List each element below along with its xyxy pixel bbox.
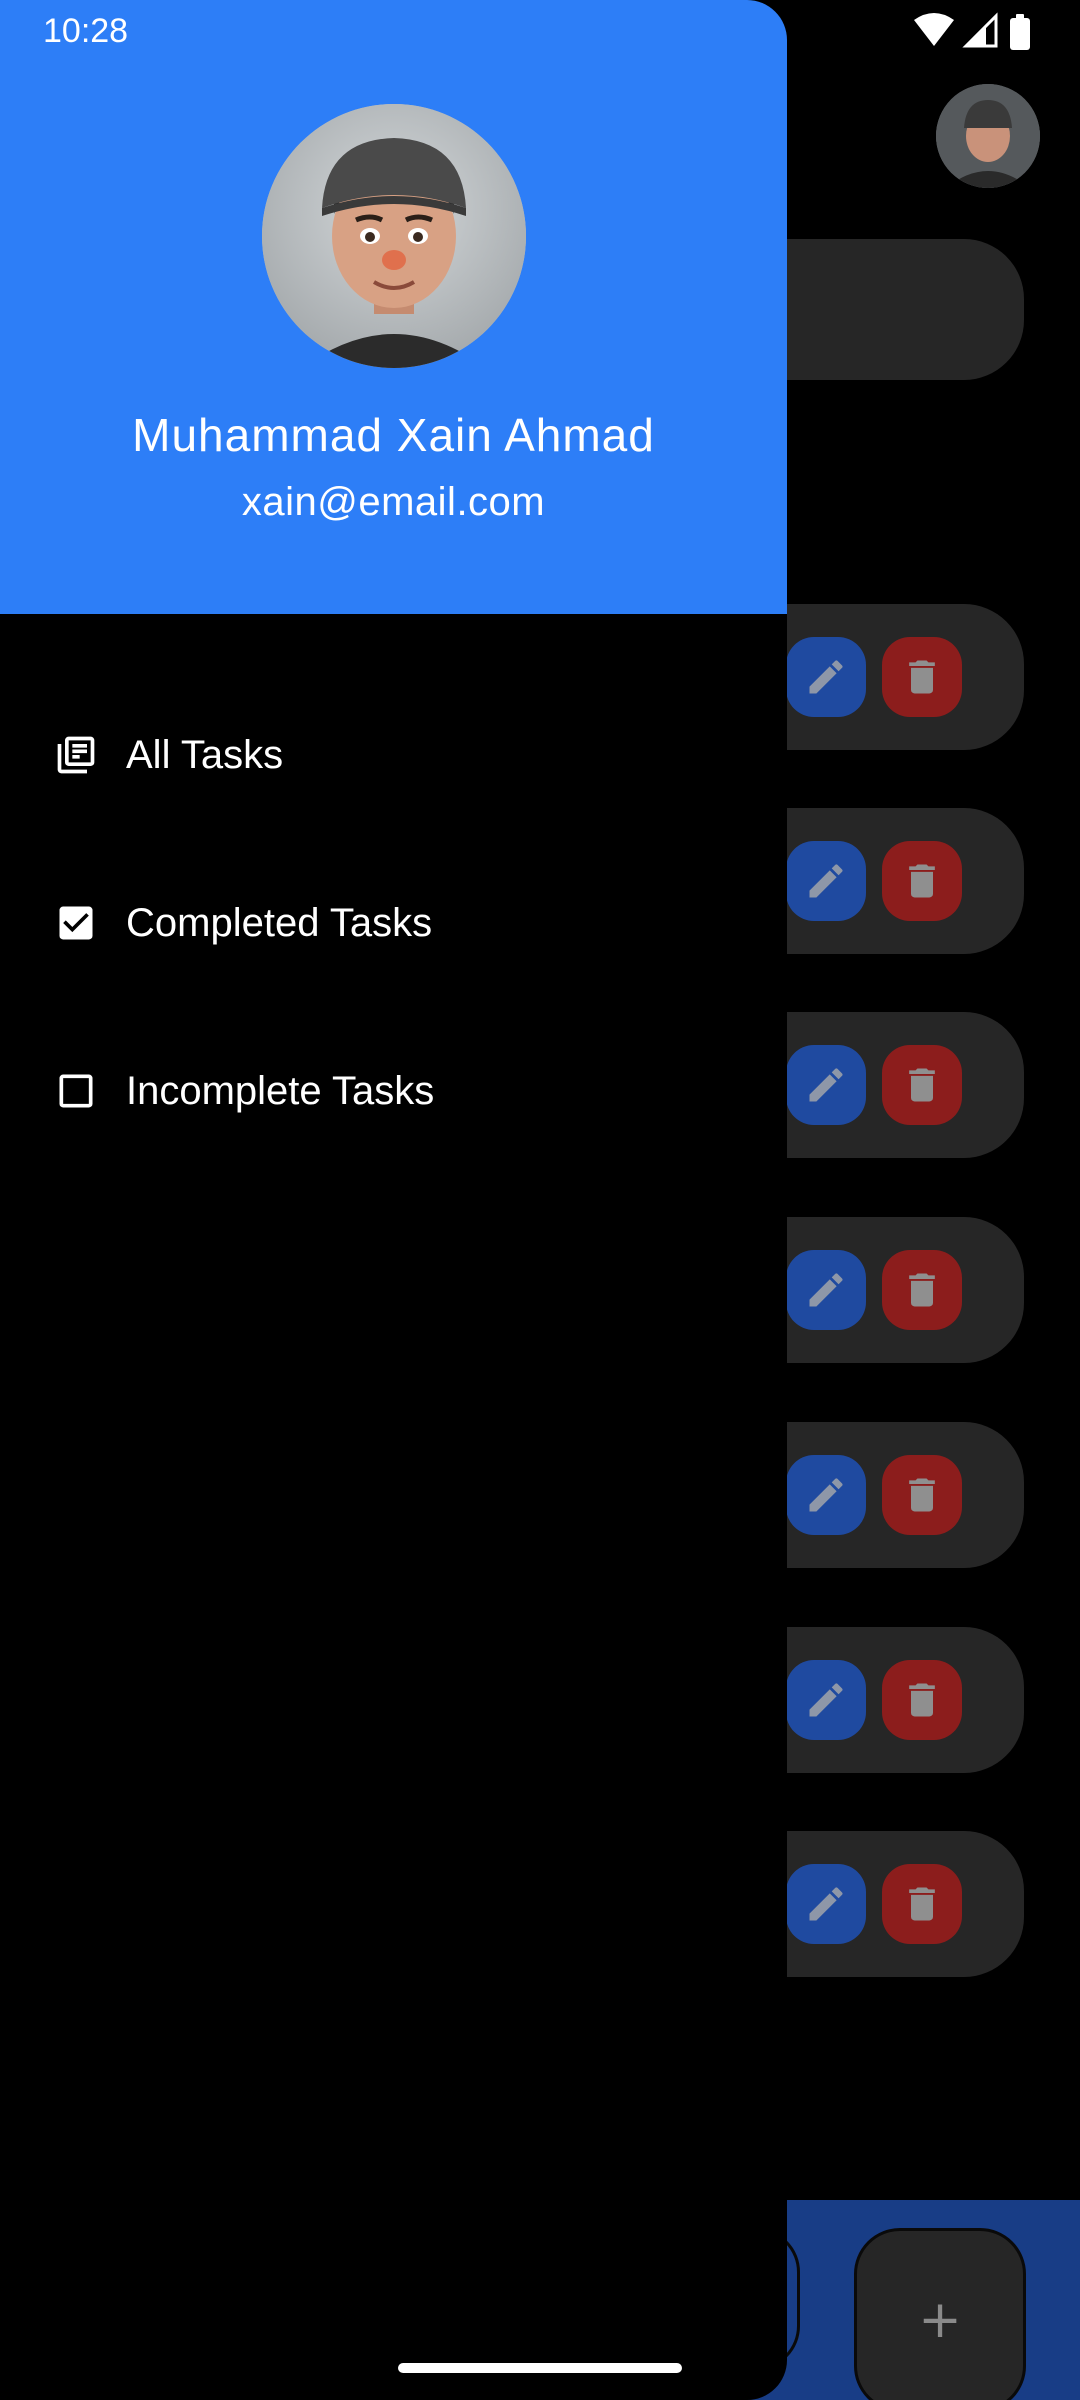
wifi-icon — [914, 13, 954, 46]
status-icons — [914, 12, 1030, 50]
home-indicator[interactable] — [398, 2363, 682, 2373]
delete-button[interactable] — [882, 637, 962, 717]
edit-button[interactable] — [786, 841, 866, 921]
edit-button[interactable] — [786, 1864, 866, 1944]
drawer-header: Muhammad Xain Ahmad xain@email.com — [0, 0, 787, 614]
user-name: Muhammad Xain Ahmad — [132, 409, 655, 461]
checkbox-unchecked-icon — [59, 1074, 93, 1108]
delete-button[interactable] — [882, 1864, 962, 1944]
navigation-drawer: Muhammad Xain Ahmad xain@email.com All T… — [0, 0, 787, 2400]
menu-item-label: Completed Tasks — [126, 900, 433, 945]
add-task-button[interactable]: + — [854, 2228, 1026, 2400]
status-time: 10:28 — [43, 12, 129, 50]
menu-item-label: Incomplete Tasks — [126, 1068, 435, 1113]
pencil-icon — [809, 1478, 843, 1512]
trash-icon — [909, 1887, 935, 1921]
delete-button[interactable] — [882, 1250, 962, 1330]
edit-button[interactable] — [786, 1045, 866, 1125]
pencil-icon — [809, 1683, 843, 1717]
profile-avatar[interactable] — [262, 104, 526, 368]
delete-button[interactable] — [882, 1455, 962, 1535]
delete-button[interactable] — [882, 1660, 962, 1740]
delete-button[interactable] — [882, 841, 962, 921]
battery-icon — [1010, 14, 1030, 50]
menu-item-completed-tasks[interactable]: Completed Tasks — [0, 863, 787, 983]
trash-icon — [909, 1683, 935, 1717]
plus-icon: + — [918, 2290, 962, 2350]
pencil-icon — [809, 660, 843, 694]
trash-icon — [909, 1478, 935, 1512]
library-books-icon — [57, 736, 95, 774]
pencil-icon — [809, 1068, 843, 1102]
menu-item-label: All Tasks — [126, 732, 284, 777]
header-avatar[interactable] — [936, 84, 1040, 188]
trash-icon — [909, 1068, 935, 1102]
pencil-icon — [809, 1273, 843, 1307]
edit-button[interactable] — [786, 1250, 866, 1330]
delete-button[interactable] — [882, 1045, 962, 1125]
checkbox-checked-icon — [59, 906, 93, 940]
menu-item-all-tasks[interactable]: All Tasks — [0, 695, 787, 815]
menu-item-incomplete-tasks[interactable]: Incomplete Tasks — [0, 1031, 787, 1151]
trash-icon — [909, 1273, 935, 1307]
user-email: xain@email.com — [241, 480, 546, 524]
pencil-icon — [809, 864, 843, 898]
trash-icon — [909, 864, 935, 898]
edit-button[interactable] — [786, 637, 866, 717]
edit-button[interactable] — [786, 1660, 866, 1740]
signal-icon — [962, 12, 998, 48]
pencil-icon — [809, 1887, 843, 1921]
edit-button[interactable] — [786, 1455, 866, 1535]
trash-icon — [909, 660, 935, 694]
